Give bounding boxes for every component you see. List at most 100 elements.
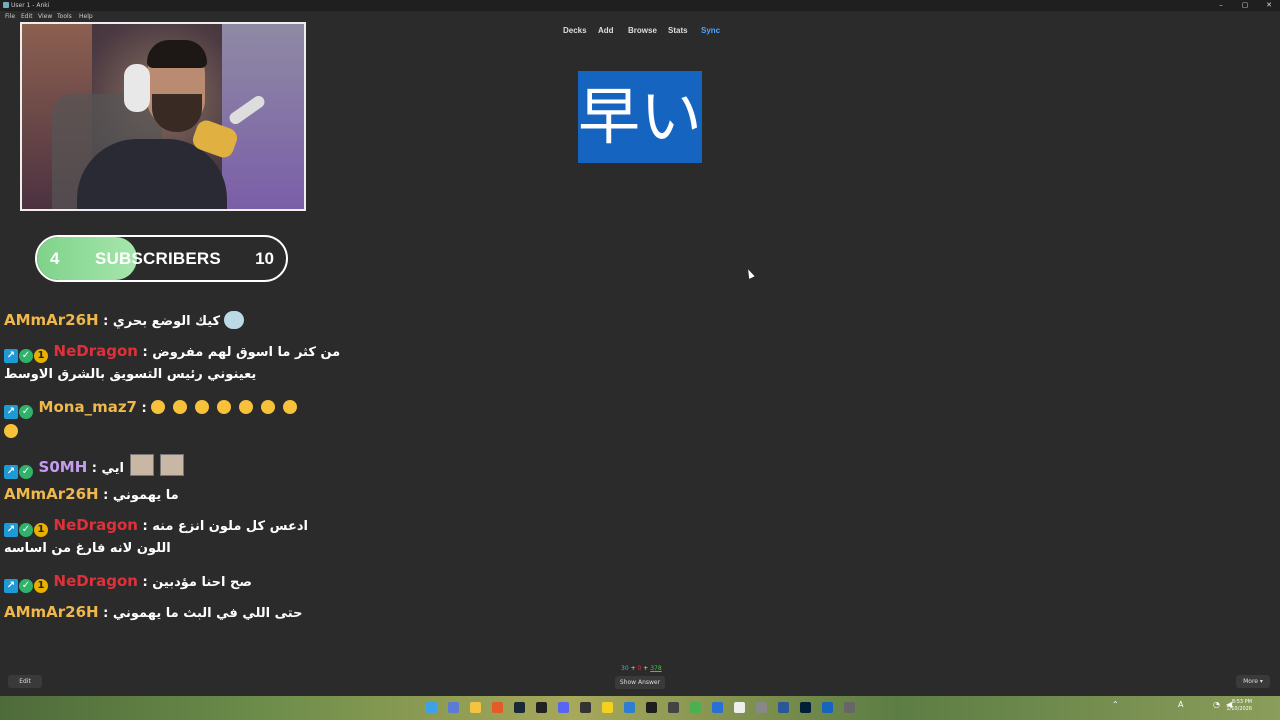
taskbar-app-icon[interactable] (778, 702, 789, 713)
settings-icon[interactable] (756, 702, 767, 713)
chat-message-continuation: يعينوني رئيس التسويق بالشرق الاوسط (4, 367, 256, 382)
chat-message: AMmAr26H كيك الوضع بحري : (4, 311, 245, 329)
steam-icon[interactable] (514, 702, 525, 713)
chat-text: حتى اللي في البث ما يهموني : (103, 606, 303, 621)
subscriber-current: 4 (50, 249, 60, 268)
webcam-overlay (20, 22, 306, 211)
taskbar-app-icon[interactable] (668, 702, 679, 713)
headphones (124, 64, 150, 112)
menu-view[interactable]: View (38, 13, 52, 20)
taskbar-app-icon[interactable] (712, 702, 723, 713)
show-answer-button[interactable]: Show Answer (615, 676, 665, 689)
taskbar-app-icon[interactable] (624, 702, 635, 713)
edit-button[interactable]: Edit (8, 675, 42, 688)
chat-username: NeDragon (53, 572, 138, 590)
subscriber-goal-widget: 4 SUBSCRIBERS 10 (35, 235, 288, 282)
one-badge-icon: 1 (34, 523, 48, 537)
clock-date: 1/10/2026 (1226, 706, 1252, 712)
count-separator: + (630, 665, 636, 672)
chat-message: ↗ ✓ S0MH ايي : (4, 454, 185, 479)
nav-sync[interactable]: Sync (701, 26, 720, 35)
nav-decks[interactable]: Decks (563, 26, 587, 35)
anki-taskbar-icon[interactable] (822, 702, 833, 713)
chat-text: اللون لانه فارغ من اساسه (4, 541, 171, 556)
taskbar-app-icon[interactable] (536, 702, 547, 713)
close-button[interactable]: ✕ (1257, 0, 1280, 11)
chat-username: AMmAr26H (4, 485, 99, 503)
anki-app-icon (3, 2, 9, 8)
chat-username: NeDragon (53, 342, 138, 360)
bottom-bar: Edit Show Answer More ▾ (0, 673, 1280, 696)
chat-username: AMmAr26H (4, 603, 99, 621)
chat-text: ادعس كل ملون انزع منه : (142, 519, 309, 534)
face-emote-icon (160, 454, 185, 476)
laughing-emoji-icon (283, 400, 298, 414)
verified-badge-icon: ✓ (19, 405, 33, 419)
laughing-emoji-icon (239, 400, 254, 414)
maximize-button[interactable]: ▢ (1233, 0, 1257, 11)
taskbar-app-icon[interactable] (580, 702, 591, 713)
nav-browse[interactable]: Browse (628, 26, 657, 35)
chat-username: AMmAr26H (4, 311, 99, 329)
start-icon[interactable] (426, 702, 437, 713)
taskbar-app-icon[interactable] (844, 702, 855, 713)
new-count: 30 (621, 665, 629, 672)
one-badge-icon: 1 (34, 349, 48, 363)
due-counts: 30 + 0 + 378 (621, 665, 662, 672)
more-button[interactable]: More ▾ (1236, 675, 1270, 688)
subscriber-goal: 10 (255, 249, 274, 268)
menu-file[interactable]: File (5, 13, 15, 20)
photoshop-icon[interactable] (800, 702, 811, 713)
folder-icon[interactable] (470, 702, 481, 713)
taskbar-app-icon[interactable] (492, 702, 503, 713)
verified-badge-icon: ✓ (19, 579, 33, 593)
vip-badge-icon: ↗ (4, 579, 18, 593)
chat-text: ايي : (91, 461, 125, 476)
laughing-emoji-icon (261, 400, 276, 414)
vip-badge-icon: ↗ (4, 465, 18, 479)
chat-message: ↗ ✓ 1 NeDragon ادعس كل ملون انزع منه : (4, 516, 308, 537)
laughing-emoji-icon (217, 400, 232, 414)
chat-message: ↗ ✓ 1 NeDragon من كثر ما اسوق لهم مفروض : (4, 342, 340, 363)
tray-chevron-icon[interactable]: ⌃ (1112, 700, 1119, 709)
emote-icon (224, 311, 245, 329)
discord-icon[interactable] (558, 702, 569, 713)
chat-text: من كثر ما اسوق لهم مفروض : (142, 345, 341, 360)
chat-message: AMmAr26H حتى اللي في البث ما يهموني : (4, 603, 302, 621)
nav-stats[interactable]: Stats (668, 26, 688, 35)
taskbar: ⌃ A ◔ ◀ 8:53 PM 1/10/2026 (0, 696, 1280, 720)
count-separator: + (643, 665, 649, 672)
taskbar-app-icon[interactable] (448, 702, 459, 713)
chat-text: ما يهموني : (103, 488, 179, 503)
webcam-person-hair (147, 40, 207, 68)
terminal-icon[interactable] (646, 702, 657, 713)
verified-badge-icon: ✓ (19, 523, 33, 537)
one-badge-icon: 1 (34, 579, 48, 593)
laughing-emoji-icon (151, 400, 166, 414)
chat-text: : (141, 401, 147, 416)
flashcard-front: 早い (578, 71, 702, 163)
taskbar-app-icon[interactable] (734, 702, 745, 713)
laughing-emoji-icon (4, 424, 18, 438)
verified-badge-icon: ✓ (19, 349, 33, 363)
taskbar-app-icon[interactable] (602, 702, 613, 713)
vip-badge-icon: ↗ (4, 349, 18, 363)
taskbar-app-icon[interactable] (690, 702, 701, 713)
minimize-button[interactable]: – (1209, 0, 1233, 11)
menu-edit[interactable]: Edit (21, 13, 33, 20)
face-emote-icon (130, 454, 155, 476)
chat-username: S0MH (38, 458, 88, 476)
menu-help[interactable]: Help (79, 13, 93, 20)
menu-bar: File Edit View Tools Help (0, 11, 300, 21)
language-icon[interactable]: A (1178, 700, 1183, 709)
title-bar: User 1 - Anki – ▢ ✕ (0, 0, 1280, 11)
wifi-icon[interactable]: ◔ (1213, 700, 1220, 709)
nav-add[interactable]: Add (598, 26, 614, 35)
laughing-emoji-icon (173, 400, 188, 414)
chat-message: AMmAr26H ما يهموني : (4, 485, 179, 503)
system-clock[interactable]: 8:53 PM 1/10/2026 (1226, 699, 1252, 713)
menu-tools[interactable]: Tools (57, 13, 72, 20)
chat-username: Mona_maz7 (38, 398, 137, 416)
chat-text: صح احنا مؤدبين : (142, 575, 252, 590)
verified-badge-icon: ✓ (19, 465, 33, 479)
